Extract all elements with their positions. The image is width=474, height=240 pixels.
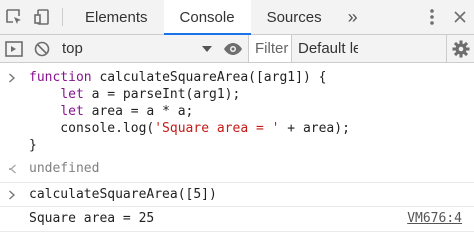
tab-label: Sources [266, 8, 322, 26]
levels-label: Default leve [298, 40, 358, 57]
tab-label: Console [179, 8, 235, 26]
result-arrow-icon [8, 164, 16, 174]
gear-icon [452, 40, 469, 57]
clear-console-icon [34, 41, 50, 56]
devtools-tabbar: Elements Console Sources » [0, 0, 474, 35]
code-text: + area); [279, 121, 350, 136]
code-line: let a = parseInt(arg1); [29, 87, 240, 103]
entry-divider [0, 206, 474, 207]
tab-elements[interactable]: Elements [69, 0, 164, 34]
close-icon [454, 11, 466, 23]
execution-context-select[interactable]: top [56, 35, 218, 62]
customize-menu-button[interactable] [418, 0, 446, 34]
entry-divider [0, 231, 474, 232]
filter-input[interactable]: Filter [248, 35, 292, 62]
tab-console[interactable]: Console [163, 0, 251, 35]
filter-placeholder: Filter [255, 40, 289, 57]
close-devtools-button[interactable] [446, 0, 474, 34]
more-tabs-button[interactable]: » [338, 0, 368, 34]
code-keyword: let [60, 87, 84, 102]
result-value: undefined [29, 161, 100, 176]
code-string: 'Square area = ' [154, 121, 280, 136]
context-value: top [62, 40, 83, 57]
device-toggle-icon [34, 9, 49, 25]
tab-label: Elements [85, 8, 148, 26]
log-source-link[interactable]: VM676:4 [407, 211, 462, 227]
prompt-chevron-icon [9, 73, 16, 83]
console-settings-button[interactable] [446, 35, 474, 62]
code-text: } [29, 138, 37, 153]
code-text: a = parseInt(arg1); [83, 87, 241, 102]
more-vertical-icon [430, 9, 434, 25]
code-text: area = a * a; [83, 104, 194, 119]
code-line: let area = a * a; [29, 104, 193, 120]
tab-sources[interactable]: Sources [251, 0, 338, 34]
show-sidebar-button[interactable] [0, 35, 28, 62]
sidebar-toggle-icon [5, 40, 23, 57]
clear-console-button[interactable] [28, 35, 56, 62]
toolbar-divider [62, 8, 63, 26]
eye-icon [224, 42, 242, 55]
log-levels-dropdown[interactable]: Default leve [292, 40, 358, 57]
code-text: calculateSquareArea([arg1]) { [91, 70, 327, 85]
code-line: calculateSquareArea([5]) [29, 187, 217, 202]
live-expression-button[interactable] [218, 35, 248, 62]
log-message: Square area = 25 [29, 211, 155, 226]
code-keyword: let [60, 104, 84, 119]
console-toolbar: top Filter Default leve [0, 35, 474, 63]
double-chevron-icon: » [347, 6, 358, 27]
code-text: console.log( [29, 121, 155, 136]
dropdown-arrow-icon [202, 45, 212, 52]
code-line: } [29, 138, 37, 154]
inspect-icon [6, 9, 21, 24]
prompt-chevron-icon [9, 190, 16, 200]
code-keyword: function [29, 70, 92, 85]
device-toolbar-button[interactable] [28, 0, 56, 34]
console-output[interactable]: function calculateSquareArea([arg1]) { l… [0, 63, 474, 233]
code-line: console.log('Square area = ' + area); [29, 121, 350, 137]
entry-divider [0, 182, 474, 183]
inspect-element-button[interactable] [0, 0, 28, 34]
code-line: function calculateSquareArea([arg1]) { [29, 70, 326, 86]
